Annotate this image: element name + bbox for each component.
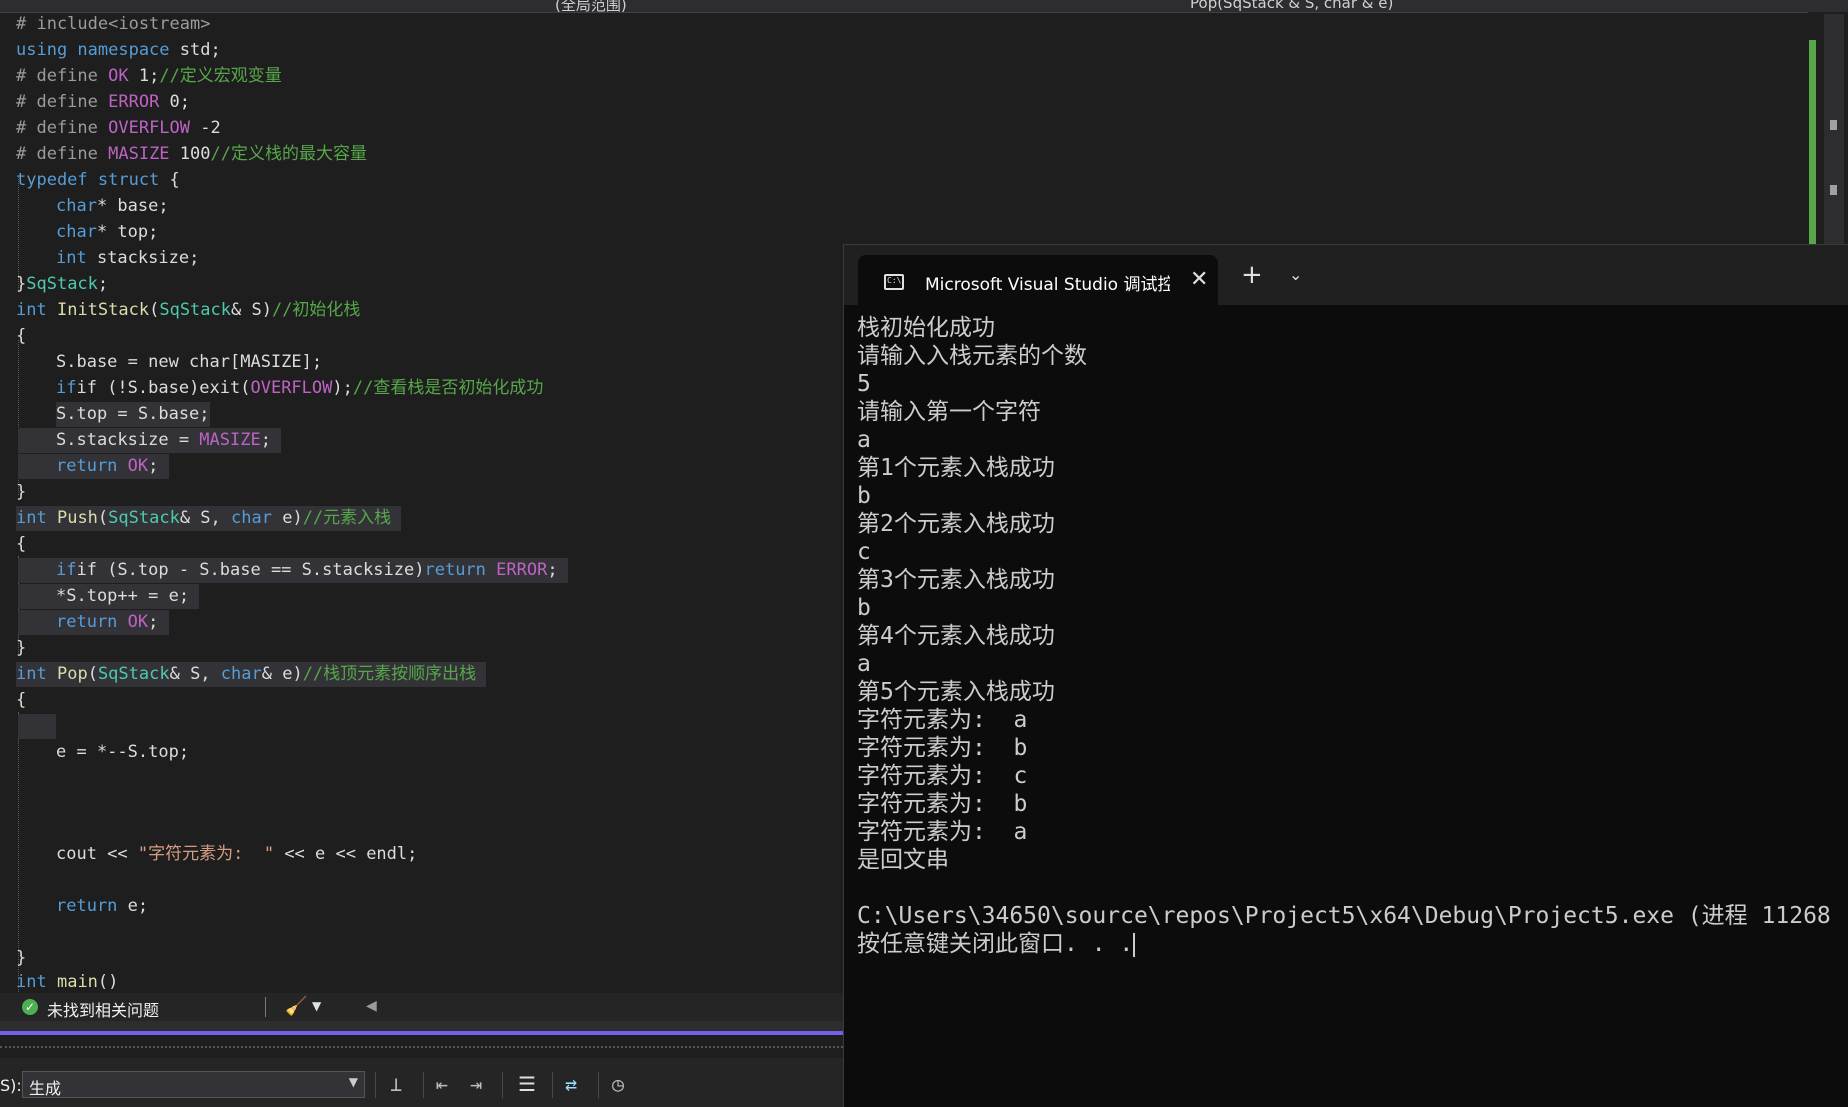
clear-all-icon[interactable]: ☰ — [518, 1074, 536, 1094]
close-icon[interactable]: ✕ — [1190, 267, 1208, 292]
console-line: b — [857, 483, 871, 509]
code-line: return OK; — [18, 610, 169, 635]
console-line: 字符元素为: b — [857, 791, 1028, 817]
chevron-down-icon: ▼ — [348, 1075, 358, 1089]
console-title-bar: C:\ Microsoft Visual Studio 调试控制台 ✕ + ⌄ — [844, 244, 1848, 305]
console-line: 字符元素为: a — [857, 819, 1028, 845]
console-line: 第1个元素入栈成功 — [857, 455, 1055, 481]
panel-grip[interactable] — [0, 1046, 843, 1054]
code-line: S.stacksize = MASIZE; — [18, 428, 282, 453]
console-line: b — [857, 595, 871, 621]
function-dropdown[interactable]: Pop(SqStack & S, char & e) — [1190, 0, 1393, 12]
console-line: 第5个元素入栈成功 — [857, 679, 1055, 705]
terminal-icon: C:\ — [884, 274, 904, 290]
code-line: char* base; — [56, 196, 169, 216]
editor-status-bar: ✓ 未找到相关问题 🧹 ▼ ◀ — [0, 993, 843, 1021]
code-line: return e; — [56, 896, 149, 916]
code-line: int InitStack(SqStack& S)//初始化栈 — [16, 300, 361, 320]
console-line: 字符元素为: c — [857, 763, 1028, 789]
debug-console-window[interactable]: C:\ Microsoft Visual Studio 调试控制台 ✕ + ⌄ … — [843, 244, 1848, 1107]
console-tab-title: Microsoft Visual Studio 调试控制台 — [925, 275, 1170, 295]
chevron-down-icon[interactable]: ⌄ — [1289, 265, 1302, 284]
output-toolbar: S): 生成 ▼ ⊥ ⇤ ⇥ ☰ ⇄ ◷ — [0, 1058, 843, 1107]
code-line: # include<iostream> — [16, 14, 211, 34]
console-line: 字符元素为: a — [857, 707, 1028, 733]
output-source-value: 生成 — [29, 1079, 62, 1098]
divider — [552, 1072, 553, 1098]
code-line: char* top; — [56, 222, 159, 242]
timestamp-icon[interactable]: ◷ — [612, 1074, 624, 1094]
code-line: } — [16, 638, 27, 658]
code-line: # define OVERFLOW -2 — [16, 118, 221, 138]
code-line: e = *--S.top; — [56, 742, 190, 762]
scroll-left-icon[interactable]: ◀ — [366, 998, 377, 1014]
console-line: 请输入第一个字符 — [857, 399, 1041, 425]
code-line: *S.top++ = e; — [18, 584, 200, 609]
divider — [375, 1072, 376, 1098]
code-line: int stacksize; — [56, 248, 200, 268]
code-line: # define MASIZE 100//定义栈的最大容量 — [16, 144, 367, 164]
code-line: return OK; — [18, 454, 169, 479]
new-tab-icon[interactable]: + — [1241, 262, 1263, 288]
word-wrap-icon[interactable]: ⇄ — [565, 1074, 577, 1094]
output-source-label: S): — [0, 1076, 22, 1095]
code-line: # define OK 1;//定义宏观变量 — [16, 66, 282, 86]
output-source-select[interactable]: 生成 ▼ — [22, 1071, 365, 1098]
code-line: ifif (S.top - S.base == S.stacksize)retu… — [18, 558, 568, 583]
code-line — [18, 714, 56, 739]
code-area[interactable]: # include<iostream> using namespace std;… — [0, 12, 840, 997]
code-line: }SqStack; — [16, 274, 109, 294]
code-cleanup-icon[interactable]: 🧹 — [285, 996, 307, 1017]
accent-line — [0, 1031, 843, 1035]
divider — [265, 997, 266, 1017]
next-message-icon[interactable]: ⇥ — [470, 1074, 482, 1094]
code-line: int main() — [16, 972, 119, 992]
code-line: S.top = S.base; — [56, 402, 210, 427]
console-line: 第3个元素入栈成功 — [857, 567, 1055, 593]
console-line: c — [857, 539, 871, 565]
code-line: typedef struct { — [16, 170, 180, 190]
console-line: 5 — [857, 371, 871, 397]
text-cursor — [1133, 932, 1136, 957]
code-line: int Push(SqStack& S, char e)//元素入栈 — [16, 506, 402, 531]
console-line: a — [857, 651, 871, 677]
issues-status[interactable]: 未找到相关问题 — [47, 997, 159, 1021]
console-tab[interactable]: C:\ Microsoft Visual Studio 调试控制台 ✕ — [858, 255, 1218, 305]
console-line: 是回文串 — [857, 847, 949, 873]
code-line: { — [16, 690, 27, 710]
previous-message-icon[interactable]: ⇤ — [436, 1074, 448, 1094]
code-line: } — [16, 948, 27, 968]
divider — [502, 1072, 503, 1098]
check-circle-icon: ✓ — [22, 999, 38, 1015]
change-indicator-bar — [1809, 40, 1816, 244]
scroll-marker — [1830, 120, 1837, 130]
divider — [423, 1072, 424, 1098]
console-line: 请输入入栈元素的个数 — [857, 343, 1087, 369]
code-line: S.base = new char[MASIZE]; — [56, 352, 323, 372]
chevron-down-icon[interactable]: ▼ — [312, 999, 321, 1013]
console-line: 第2个元素入栈成功 — [857, 511, 1055, 537]
code-line: { — [16, 326, 27, 346]
code-line: ifif (!S.base)exit(OVERFLOW);//查看栈是否初始化成… — [56, 378, 544, 398]
console-output: 栈初始化成功 请输入入栈元素的个数 5 请输入第一个字符 a 第1个元素入栈成功 b 第2个元… — [857, 314, 1847, 958]
console-line: 字符元素为: b — [857, 735, 1028, 761]
console-line: 栈初始化成功 — [857, 315, 995, 341]
scroll-marker — [1830, 185, 1837, 195]
code-line: } — [16, 482, 27, 502]
console-line: C:\Users\34650\source\repos\Project5\x64… — [857, 903, 1831, 929]
code-line: using namespace std; — [16, 40, 221, 60]
code-line: cout << "字符元素为: " << e << endl; — [56, 844, 418, 864]
code-line: { — [16, 534, 27, 554]
divider — [598, 1072, 599, 1098]
code-line: # define ERROR 0; — [16, 92, 191, 112]
find-message-icon[interactable]: ⊥ — [390, 1074, 402, 1094]
console-line: 按任意键关闭此窗口. . . — [857, 931, 1136, 957]
scope-dropdown[interactable]: (全局范围) — [555, 0, 627, 12]
console-line: a — [857, 427, 871, 453]
code-line: int Pop(SqStack& S, char& e)//栈顶元素按顺序出栈 — [16, 662, 487, 687]
console-line: 第4个元素入栈成功 — [857, 623, 1055, 649]
